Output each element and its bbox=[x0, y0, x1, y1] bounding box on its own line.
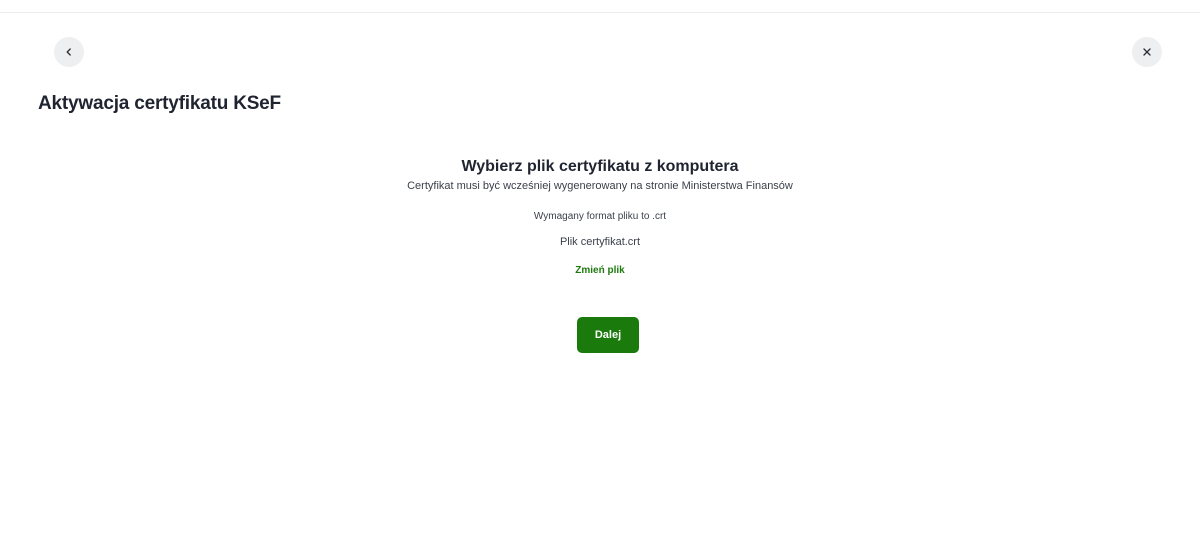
change-file-link[interactable]: Zmień plik bbox=[575, 264, 624, 278]
page: Aktywacja certyfikatu KSeF Wybierz plik … bbox=[0, 0, 1200, 557]
next-button[interactable]: Dalej bbox=[577, 317, 639, 353]
format-requirement-note: Wymagany format pliku to .crt bbox=[533, 211, 667, 222]
certificate-upload-section: Wybierz plik certyfikatu z komputera Cer… bbox=[0, 156, 1200, 278]
close-icon bbox=[1142, 47, 1152, 57]
close-button[interactable] bbox=[1132, 37, 1162, 67]
back-button[interactable] bbox=[54, 37, 84, 67]
page-title: Aktywacja certyfikatu KSeF bbox=[38, 93, 281, 114]
chevron-left-icon bbox=[64, 47, 74, 57]
top-divider bbox=[0, 12, 1200, 13]
section-description: Certyfikat musi być wcześniej wygenerowa… bbox=[407, 180, 793, 192]
section-title: Wybierz plik certyfikatu z komputera bbox=[461, 158, 739, 175]
selected-file-name: Plik certyfikat.crt bbox=[559, 236, 641, 248]
